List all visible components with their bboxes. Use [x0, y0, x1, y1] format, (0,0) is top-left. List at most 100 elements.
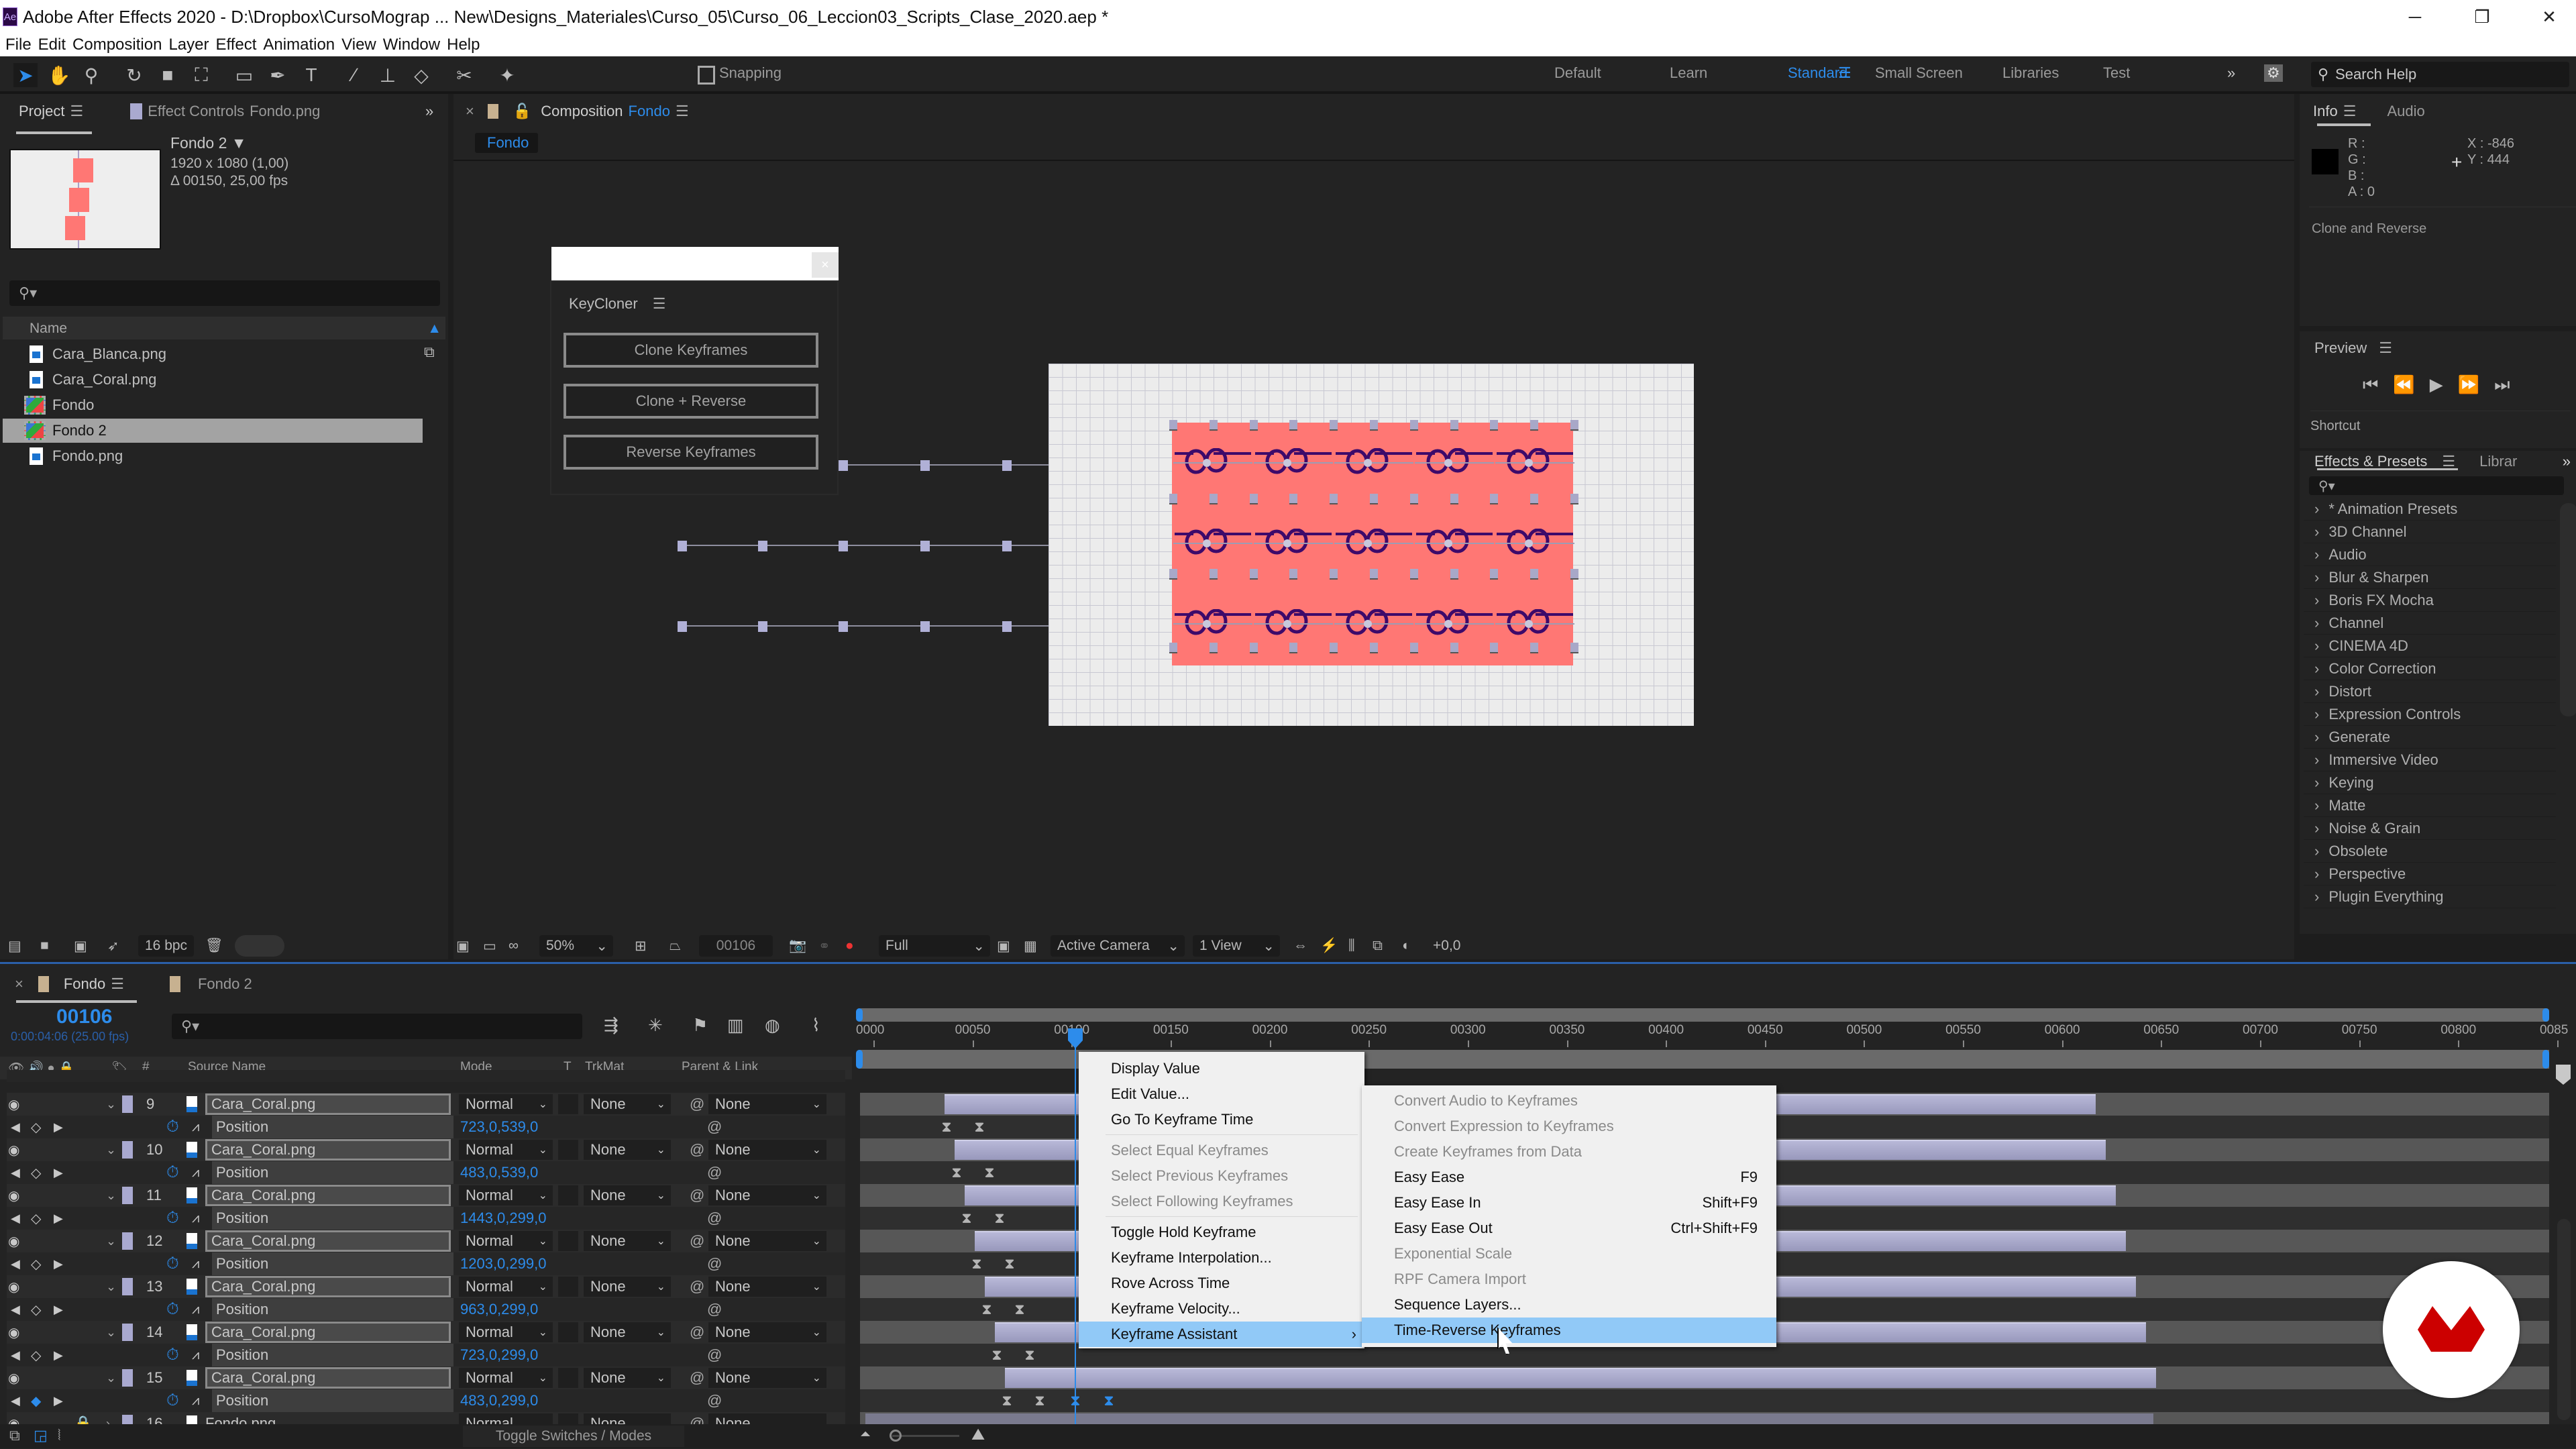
- layer-row[interactable]: ◉ ⌄ 12 Cara_Coral.png Normal ⌄ None ⌄ @ None ⌄: [7, 1230, 845, 1252]
- panel-menu-icon[interactable]: ☰: [2379, 339, 2392, 356]
- project-search-input[interactable]: ⚲▾: [9, 280, 440, 306]
- keyframe-marker[interactable]: ⧗: [1002, 1256, 1017, 1271]
- workspace-small-screen[interactable]: Small Screen: [1875, 64, 1963, 82]
- keycloner-close-button[interactable]: ×: [812, 252, 839, 278]
- pen-tool-icon[interactable]: ✒: [266, 63, 290, 87]
- layer-bounding-handle[interactable]: [1450, 420, 1458, 431]
- visibility-eye-icon[interactable]: ◉: [8, 1321, 19, 1344]
- toggle-switches-modes-button[interactable]: Toggle Switches / Modes: [463, 1426, 684, 1447]
- time-ruler[interactable]: 0000000500010000150002000025000300003500…: [856, 1023, 2568, 1050]
- effects-category[interactable]: › Audio: [2304, 543, 2556, 566]
- collapse-chevron-icon[interactable]: ⌄: [106, 1366, 116, 1389]
- keyframe-marker[interactable]: ⧗: [1032, 1393, 1047, 1408]
- expression-pick-whip-icon[interactable]: @: [707, 1252, 722, 1275]
- transfer-controls-icon[interactable]: ◲: [34, 1427, 48, 1444]
- next-keyframe-icon[interactable]: ▶: [54, 1252, 63, 1275]
- parent-dropdown[interactable]: None⌄: [708, 1231, 826, 1251]
- monitor-icon[interactable]: ▭: [483, 935, 496, 957]
- property-row[interactable]: ◀ ◆ ▶ ⏱ ⩘ Position 483,0,299,0 @: [7, 1389, 845, 1412]
- menu-view[interactable]: View: [341, 36, 376, 54]
- tab-timeline-fondo-2[interactable]: Fondo 2: [198, 975, 252, 993]
- graph-icon[interactable]: ⩘: [192, 1344, 199, 1366]
- minimize-button[interactable]: ─: [2388, 0, 2442, 34]
- motion-path-keyframe[interactable]: [1002, 621, 1012, 632]
- rectangle-tool-icon[interactable]: ▭: [232, 63, 256, 87]
- preserve-transparency-checkbox[interactable]: [558, 1231, 578, 1251]
- pick-whip-icon[interactable]: @: [690, 1275, 704, 1298]
- cara-coral-face[interactable]: [1334, 608, 1413, 636]
- motion-path-keyframe[interactable]: [920, 541, 930, 551]
- layer-row[interactable]: ◉ ⌄ 13 Cara_Coral.png Normal ⌄ None ⌄ @ None ⌄: [7, 1275, 845, 1298]
- property-row[interactable]: ◀ ◇ ▶ ⏱ ⩘ Position 1203,0,299,0 @: [7, 1252, 845, 1275]
- layer-row[interactable]: ◉ ⌄ 14 Cara_Coral.png Normal ⌄ None ⌄ @ None ⌄: [7, 1321, 845, 1344]
- project-item[interactable]: Cara_Coral.png: [3, 368, 423, 392]
- expression-pick-whip-icon[interactable]: @: [707, 1344, 722, 1366]
- keyframe-marker[interactable]: ⧗: [972, 1120, 987, 1134]
- layer-bounding-handle[interactable]: [1249, 420, 1258, 431]
- add-keyframe-icon[interactable]: ◇: [31, 1116, 41, 1138]
- cara-coral-face[interactable]: [1415, 528, 1494, 555]
- new-composition-icon[interactable]: ▣: [74, 935, 87, 957]
- preserve-transparency-checkbox[interactable]: [558, 1322, 578, 1342]
- keyframe-marker[interactable]: ⧗: [949, 1165, 964, 1180]
- new-folder-icon[interactable]: ■: [40, 935, 49, 957]
- project-item[interactable]: Fondo: [3, 393, 423, 417]
- last-frame-icon[interactable]: ⏭: [2494, 374, 2510, 396]
- zoom-in-icon[interactable]: ⛰: [971, 1426, 985, 1444]
- add-keyframe-icon[interactable]: ◇: [31, 1344, 41, 1366]
- layer-bounding-handle[interactable]: [1409, 569, 1418, 580]
- restore-button[interactable]: ❐: [2455, 0, 2509, 34]
- composition-mini-flowchart-icon[interactable]: ⇶: [604, 1015, 619, 1036]
- layer-bounding-handle[interactable]: [1450, 569, 1458, 580]
- expression-pick-whip-icon[interactable]: @: [707, 1298, 722, 1321]
- parent-dropdown[interactable]: None⌄: [708, 1185, 826, 1205]
- puppet-pin-tool-icon[interactable]: ✦: [495, 63, 519, 87]
- snapshot-icon[interactable]: 📷: [789, 935, 806, 957]
- preserve-transparency-checkbox[interactable]: [558, 1368, 578, 1388]
- toggle-transparency-icon[interactable]: ▦: [1024, 935, 1037, 957]
- layer-bounding-handle[interactable]: [1370, 420, 1378, 431]
- motion-path-keyframe[interactable]: [839, 621, 848, 632]
- pick-whip-icon[interactable]: @: [690, 1093, 704, 1116]
- thumbnail-toggle[interactable]: [235, 935, 284, 957]
- effects-category[interactable]: › Perspective: [2304, 863, 2556, 885]
- layer-bounding-handle[interactable]: [1289, 643, 1298, 653]
- tab-composition-fondo[interactable]: Composition Fondo ☰: [541, 103, 688, 120]
- draft-3d-icon[interactable]: ✳: [648, 1015, 663, 1036]
- submenu-item[interactable]: Convert Audio to Keyframes: [1362, 1088, 1776, 1114]
- sort-ascending-icon[interactable]: ▲: [427, 321, 441, 337]
- navigator-end-handle[interactable]: [2542, 1050, 2549, 1069]
- work-area-bar[interactable]: [859, 1008, 2549, 1022]
- visibility-eye-icon[interactable]: ◉: [8, 1230, 19, 1252]
- effects-category[interactable]: › Channel: [2304, 612, 2556, 635]
- property-value[interactable]: 1203,0,299,0: [460, 1252, 546, 1275]
- blend-mode-dropdown[interactable]: Normal⌄: [459, 1185, 553, 1205]
- project-item[interactable]: Fondo.png: [3, 444, 423, 468]
- vr-goggles-icon[interactable]: ∞: [508, 935, 519, 957]
- effects-category[interactable]: › CINEMA 4D: [2304, 635, 2556, 657]
- pick-whip-icon[interactable]: @: [690, 1184, 704, 1207]
- layer-bounding-handle[interactable]: [1249, 569, 1258, 580]
- visibility-eye-icon[interactable]: ◉: [8, 1138, 19, 1161]
- parent-dropdown[interactable]: None⌄: [708, 1094, 826, 1114]
- keyframe-marker[interactable]: ⧗: [939, 1120, 954, 1134]
- context-menu-item[interactable]: Rove Across Time: [1079, 1271, 1364, 1296]
- menu-edit[interactable]: Edit: [38, 36, 66, 54]
- motion-path-keyframe[interactable]: [839, 460, 848, 471]
- selected-item-name[interactable]: Fondo 2 ▼: [170, 134, 247, 152]
- motion-path-keyframe[interactable]: [920, 621, 930, 632]
- motion-path-keyframe[interactable]: [758, 541, 767, 551]
- brush-tool-icon[interactable]: ∕: [342, 63, 366, 87]
- layer-bounding-handle[interactable]: [1370, 643, 1378, 653]
- eraser-tool-icon[interactable]: ◇: [409, 63, 433, 87]
- layer-name[interactable]: Cara_Coral.png: [205, 1185, 451, 1206]
- context-menu-item[interactable]: Select Previous Keyframes: [1079, 1163, 1364, 1189]
- resolution-dropdown[interactable]: Full ⌄: [879, 935, 990, 957]
- menu-window[interactable]: Window: [383, 36, 440, 54]
- prev-keyframe-icon[interactable]: ◀: [11, 1116, 20, 1138]
- tab-effect-controls[interactable]: Effect Controls Fondo.png: [130, 103, 320, 120]
- expression-pick-whip-icon[interactable]: @: [707, 1389, 722, 1412]
- menu-animation[interactable]: Animation: [263, 36, 335, 54]
- layer-bounding-handle[interactable]: [1530, 569, 1539, 580]
- collapse-chevron-icon[interactable]: ⌄: [106, 1275, 116, 1298]
